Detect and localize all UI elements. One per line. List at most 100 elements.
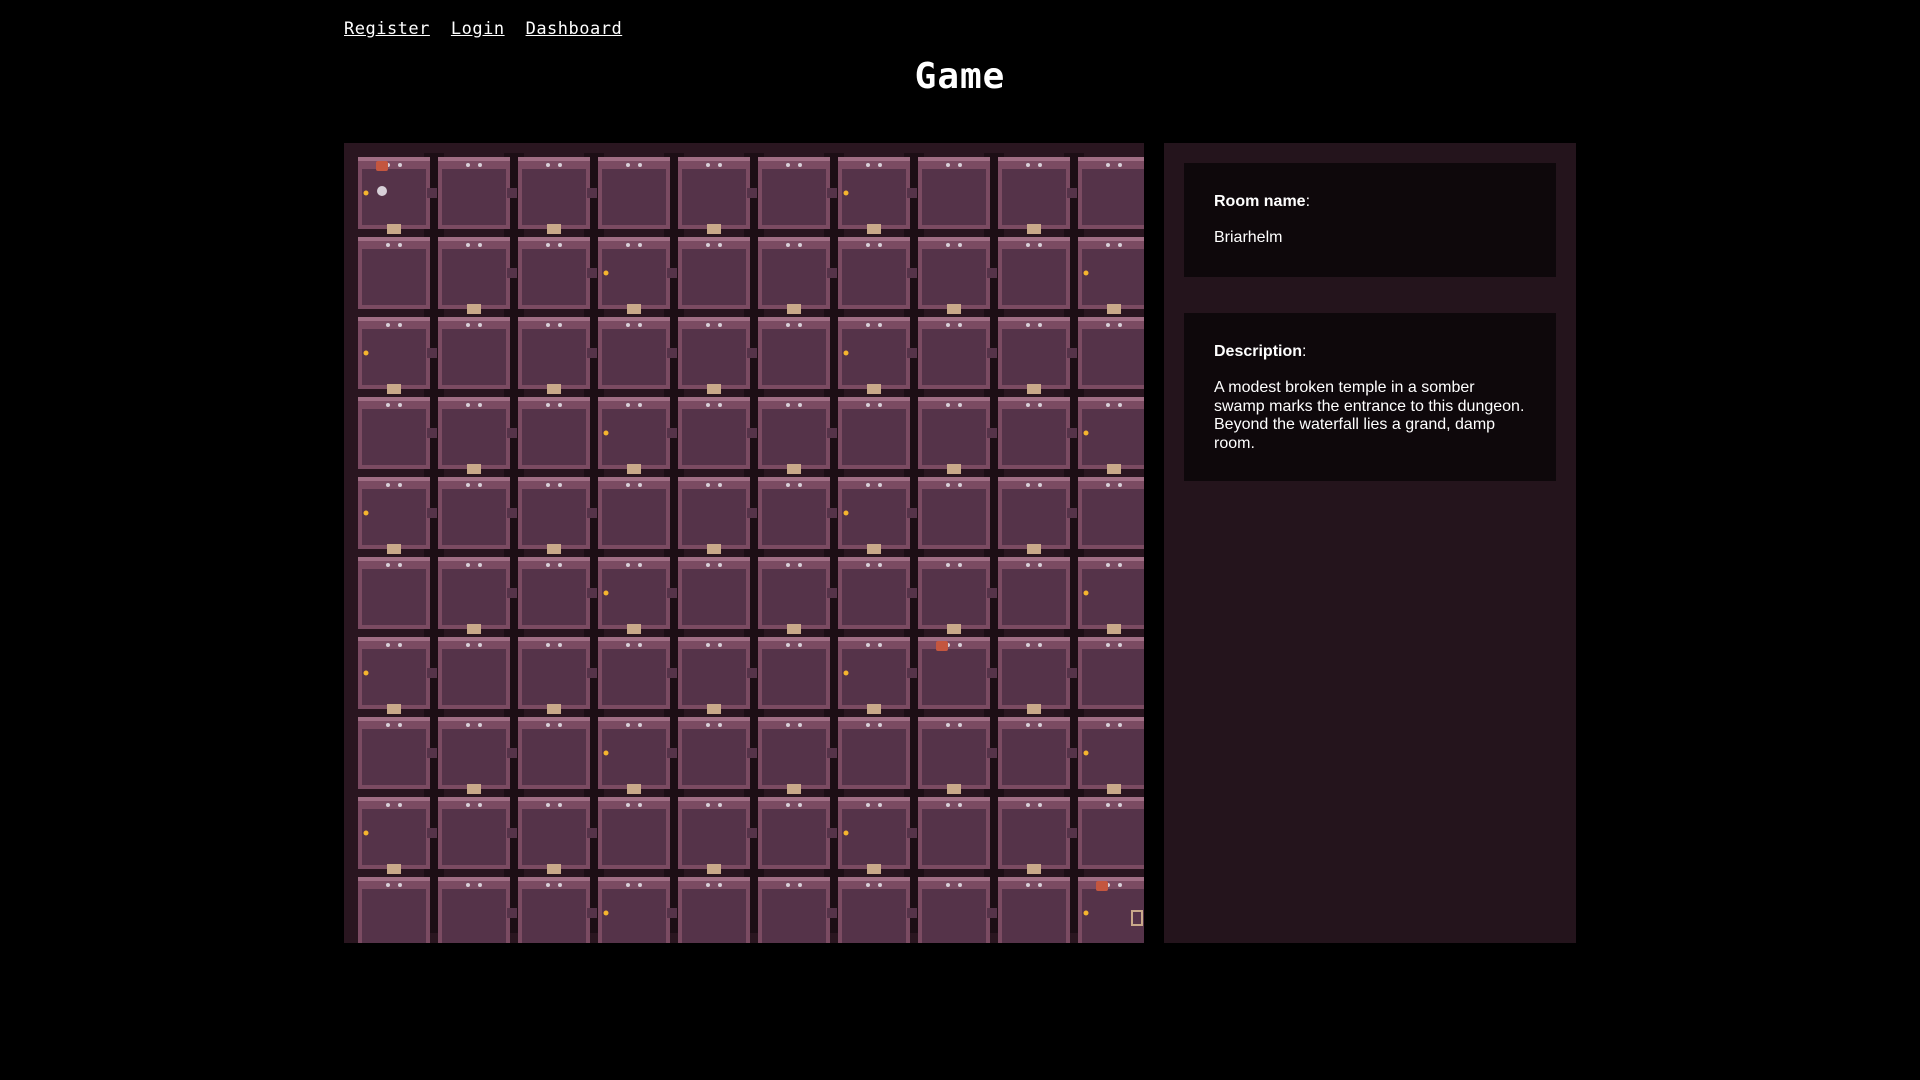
- dashboard-link[interactable]: Dashboard: [526, 19, 623, 39]
- dungeon-map[interactable]: [344, 143, 1144, 943]
- room-floor: [362, 329, 426, 385]
- wall-top: [918, 157, 990, 161]
- skull-icon: [718, 723, 722, 727]
- skull-icon: [798, 723, 802, 727]
- skull-icon: [866, 163, 870, 167]
- skull-icon: [1106, 563, 1110, 567]
- dungeon-map-canvas[interactable]: [344, 143, 1144, 943]
- room-floor: [1082, 489, 1144, 545]
- skull-icon: [1026, 483, 1030, 487]
- skull-icon: [958, 563, 962, 567]
- doorway: [747, 188, 757, 198]
- skull-icon: [866, 723, 870, 727]
- room-floor: [922, 489, 986, 545]
- door-icon: [1107, 624, 1121, 634]
- room-floor: [522, 489, 586, 545]
- skull-icon: [706, 643, 710, 647]
- room-floor: [762, 249, 826, 305]
- doorway: [987, 428, 997, 438]
- room-floor: [522, 889, 586, 943]
- skull-icon: [798, 883, 802, 887]
- torch-icon: [843, 670, 849, 676]
- skull-icon: [626, 163, 630, 167]
- wall-top: [1078, 317, 1144, 321]
- skull-icon: [706, 403, 710, 407]
- door-icon: [387, 384, 401, 394]
- skull-icon: [946, 403, 950, 407]
- skull-icon: [1118, 723, 1122, 727]
- torch-icon: [363, 670, 369, 676]
- door-icon: [547, 704, 561, 714]
- wall-top: [918, 477, 990, 481]
- door-icon: [1027, 704, 1041, 714]
- doorway: [987, 908, 997, 918]
- skull-icon: [718, 563, 722, 567]
- room-floor: [842, 249, 906, 305]
- skull-icon: [638, 643, 642, 647]
- skull-icon: [786, 803, 790, 807]
- room-name-label: Room name: [1214, 193, 1306, 210]
- wall-top: [358, 237, 430, 241]
- skull-icon: [866, 403, 870, 407]
- skull-icon: [478, 163, 482, 167]
- room-floor: [842, 889, 906, 943]
- wall-top: [998, 717, 1070, 721]
- wall-top: [918, 797, 990, 801]
- doorway: [507, 748, 517, 758]
- doorway: [587, 348, 597, 358]
- skull-icon: [398, 483, 402, 487]
- room-floor: [762, 889, 826, 943]
- room-floor: [842, 649, 906, 705]
- skull-icon: [1026, 403, 1030, 407]
- wall-top: [358, 557, 430, 561]
- skull-icon: [946, 323, 950, 327]
- wall-top: [518, 237, 590, 241]
- wall-top: [598, 797, 670, 801]
- wall-top: [678, 557, 750, 561]
- skull-icon: [1118, 403, 1122, 407]
- skull-icon: [466, 403, 470, 407]
- wall-top: [918, 397, 990, 401]
- skull-icon: [546, 163, 550, 167]
- skull-icon: [558, 243, 562, 247]
- room-floor: [522, 729, 586, 785]
- skull-icon: [466, 243, 470, 247]
- room-floor: [522, 329, 586, 385]
- skull-icon: [1038, 323, 1042, 327]
- doorway: [667, 588, 677, 598]
- skull-icon: [1106, 403, 1110, 407]
- wall-top: [518, 717, 590, 721]
- door-icon: [707, 384, 721, 394]
- chest-icon: [936, 641, 948, 651]
- wall-top: [438, 477, 510, 481]
- skull-icon: [558, 803, 562, 807]
- room-floor: [1002, 329, 1066, 385]
- skull-icon: [798, 643, 802, 647]
- door-icon: [867, 384, 881, 394]
- skull-icon: [638, 563, 642, 567]
- doorway: [507, 188, 517, 198]
- skull-icon: [878, 403, 882, 407]
- skull-icon: [478, 723, 482, 727]
- register-link[interactable]: Register: [344, 19, 430, 39]
- login-link[interactable]: Login: [451, 19, 505, 39]
- skull-icon: [958, 803, 962, 807]
- skull-icon: [1106, 643, 1110, 647]
- door-icon: [387, 224, 401, 234]
- doorway: [827, 188, 837, 198]
- door-icon: [467, 304, 481, 314]
- wall-top: [1078, 557, 1144, 561]
- room-floor: [682, 169, 746, 225]
- skull-icon: [558, 563, 562, 567]
- wall-top: [358, 317, 430, 321]
- skull-icon: [546, 403, 550, 407]
- door-icon: [627, 464, 641, 474]
- room-floor: [1082, 889, 1144, 943]
- wall-top: [1078, 397, 1144, 401]
- skull-icon: [638, 323, 642, 327]
- skull-icon: [946, 483, 950, 487]
- wall-top: [438, 237, 510, 241]
- doorway: [587, 828, 597, 838]
- skull-icon: [466, 563, 470, 567]
- room-floor: [602, 809, 666, 865]
